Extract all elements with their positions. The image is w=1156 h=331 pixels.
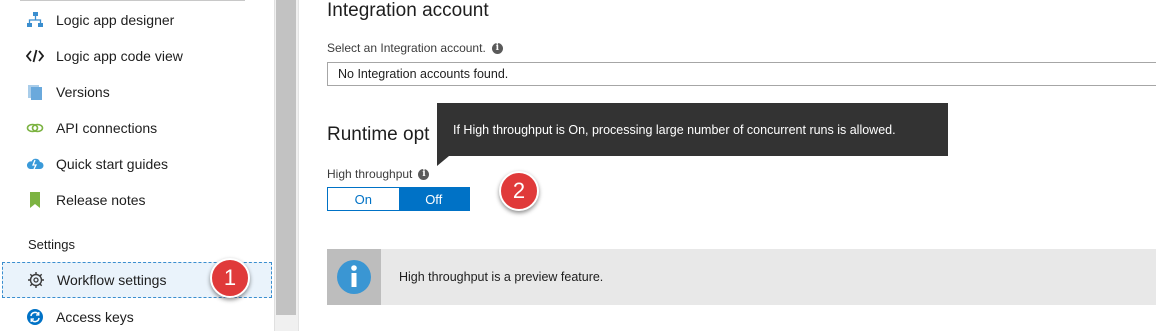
sidebar-item-logic-app-code-view[interactable]: Logic app code view — [0, 39, 274, 73]
integration-account-label-text: Select an Integration account. — [327, 41, 486, 55]
sidebar-divider — [20, 0, 245, 1]
tooltip-arrow — [437, 156, 449, 166]
high-throughput-tooltip: If High throughput is On, processing lar… — [437, 103, 948, 156]
integration-account-label: Select an Integration account. i — [327, 41, 503, 55]
settings-section-heading: Settings — [28, 237, 75, 252]
sidebar-item-label: Logic app designer — [56, 12, 175, 28]
annotation-badge-2: 2 — [499, 171, 539, 211]
versions-icon — [25, 82, 45, 102]
integration-account-heading: Integration account — [327, 0, 489, 21]
designer-icon — [25, 10, 45, 30]
cloud-icon — [25, 154, 45, 174]
sidebar-item-release-notes[interactable]: Release notes — [0, 183, 274, 217]
info-icon[interactable]: i — [418, 168, 430, 180]
sidebar-item-label: Logic app code view — [56, 48, 183, 64]
sidebar-item-quick-start-guides[interactable]: Quick start guides — [0, 147, 274, 181]
sidebar-item-label: Release notes — [56, 192, 146, 208]
gear-icon — [26, 270, 46, 290]
sidebar-item-access-keys[interactable]: Access keys — [0, 300, 274, 331]
sidebar-item-versions[interactable]: Versions — [0, 75, 274, 109]
sidebar-item-label: API connections — [56, 120, 158, 136]
sidebar-item-label: Workflow settings — [57, 272, 167, 288]
sidebar-scrollbar-thumb[interactable] — [276, 0, 296, 315]
toggle-off-option[interactable]: Off — [398, 188, 469, 210]
code-icon — [25, 46, 45, 66]
high-throughput-label-text: High throughput — [327, 167, 413, 181]
refresh-icon — [25, 307, 45, 327]
integration-account-select[interactable]: No Integration accounts found. — [327, 62, 1156, 86]
high-throughput-label: High throughput i — [327, 167, 430, 181]
link-icon — [25, 118, 45, 138]
info-banner-icon-box — [327, 249, 381, 305]
info-icon[interactable]: i — [491, 42, 503, 54]
toggle-on-option[interactable]: On — [328, 188, 399, 210]
sidebar-item-label: Access keys — [56, 309, 134, 325]
runtime-options-heading: Runtime opt — [327, 124, 430, 145]
annotation-badge-1: 1 — [210, 258, 250, 298]
preview-info-banner: High throughput is a preview feature. — [327, 249, 1156, 305]
sidebar-item-api-connections[interactable]: API connections — [0, 111, 274, 145]
sidebar-item-logic-app-designer[interactable]: Logic app designer — [0, 3, 274, 37]
high-throughput-toggle[interactable]: On Off — [327, 187, 470, 211]
sidebar-item-label: Quick start guides — [56, 156, 169, 172]
info-banner-text: High throughput is a preview feature. — [399, 270, 604, 284]
bookmark-icon — [25, 190, 45, 210]
pane-divider — [298, 0, 299, 331]
sidebar-item-label: Versions — [56, 84, 110, 100]
info-circle-icon — [337, 260, 371, 294]
